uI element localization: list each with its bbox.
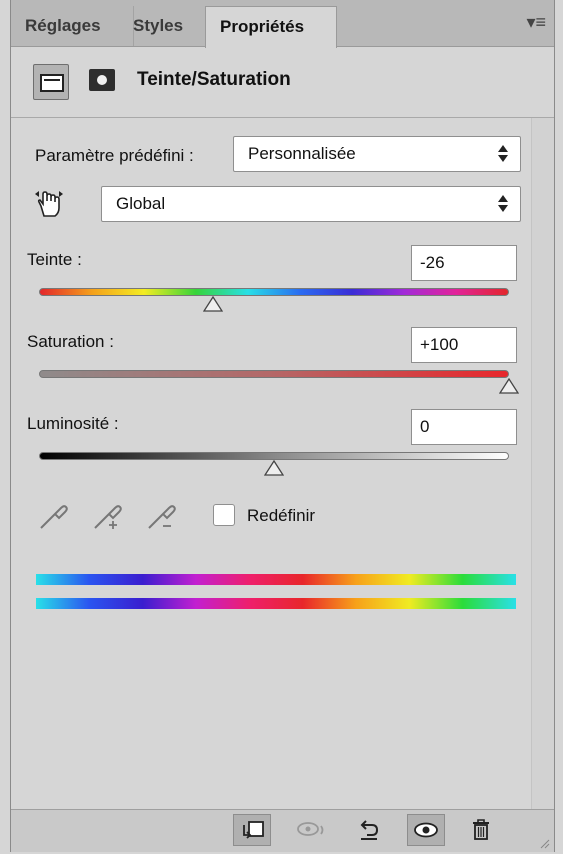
targeted-adjustment-hand-icon[interactable] xyxy=(33,188,67,223)
panel-menu-icon[interactable]: ▾≡ xyxy=(526,12,546,33)
view-previous-state-icon[interactable] xyxy=(293,814,331,846)
saturation-input[interactable]: +100 xyxy=(411,327,517,363)
mask-icon[interactable] xyxy=(89,69,115,91)
eyedropper-icon[interactable] xyxy=(37,500,71,537)
adjustment-title: Teinte/Saturation xyxy=(137,69,291,90)
eyedropper-subtract-icon[interactable] xyxy=(145,500,179,537)
properties-header: Teinte/Saturation xyxy=(11,47,554,118)
output-spectrum-bar xyxy=(36,598,516,609)
input-spectrum-bar xyxy=(36,574,516,585)
colorize-checkbox[interactable] xyxy=(213,504,235,526)
hue-slider-track[interactable] xyxy=(39,288,509,296)
channel-select[interactable]: Global xyxy=(101,186,521,222)
saturation-slider-track[interactable] xyxy=(39,370,509,378)
tab-proprietes[interactable]: Propriétés xyxy=(205,6,337,48)
clip-to-layer-icon[interactable] xyxy=(233,814,271,846)
reset-icon[interactable] xyxy=(351,814,389,846)
visibility-eye-icon[interactable] xyxy=(407,814,445,846)
eyedropper-add-icon[interactable] xyxy=(91,500,125,537)
lightness-slider-track[interactable] xyxy=(39,452,509,460)
hue-label: Teinte : xyxy=(27,250,82,269)
lightness-slider-thumb[interactable] xyxy=(264,460,284,476)
lightness-label: Luminosité : xyxy=(27,414,119,433)
saturation-slider-thumb[interactable] xyxy=(499,378,519,394)
hue-slider-thumb[interactable] xyxy=(202,296,223,312)
select-arrows-icon xyxy=(498,145,508,163)
adjustment-layer-icon[interactable] xyxy=(33,64,69,100)
preset-label: Paramètre prédéfini : xyxy=(35,146,194,165)
channel-value: Global xyxy=(116,194,166,213)
hue-input[interactable]: -26 xyxy=(411,245,517,281)
colorize-label: Redéfinir xyxy=(247,506,316,525)
lightness-input[interactable]: 0 xyxy=(411,409,517,445)
tab-reglages[interactable]: Réglages xyxy=(11,6,134,46)
panel-tab-bar: Réglages Styles Propriétés ▾≡ xyxy=(11,0,554,48)
preset-select[interactable]: Personnalisée xyxy=(233,136,521,172)
resize-grip-icon[interactable] xyxy=(538,836,550,849)
properties-panel: Réglages Styles Propriétés ▾≡ Teinte/Sat… xyxy=(10,0,555,852)
bottom-toolbar xyxy=(11,809,554,852)
saturation-label: Saturation : xyxy=(27,332,114,351)
panel-scrollbar[interactable] xyxy=(531,118,554,818)
select-arrows-icon xyxy=(498,195,508,213)
trash-icon[interactable] xyxy=(463,814,501,846)
preset-value: Personnalisée xyxy=(248,144,356,163)
